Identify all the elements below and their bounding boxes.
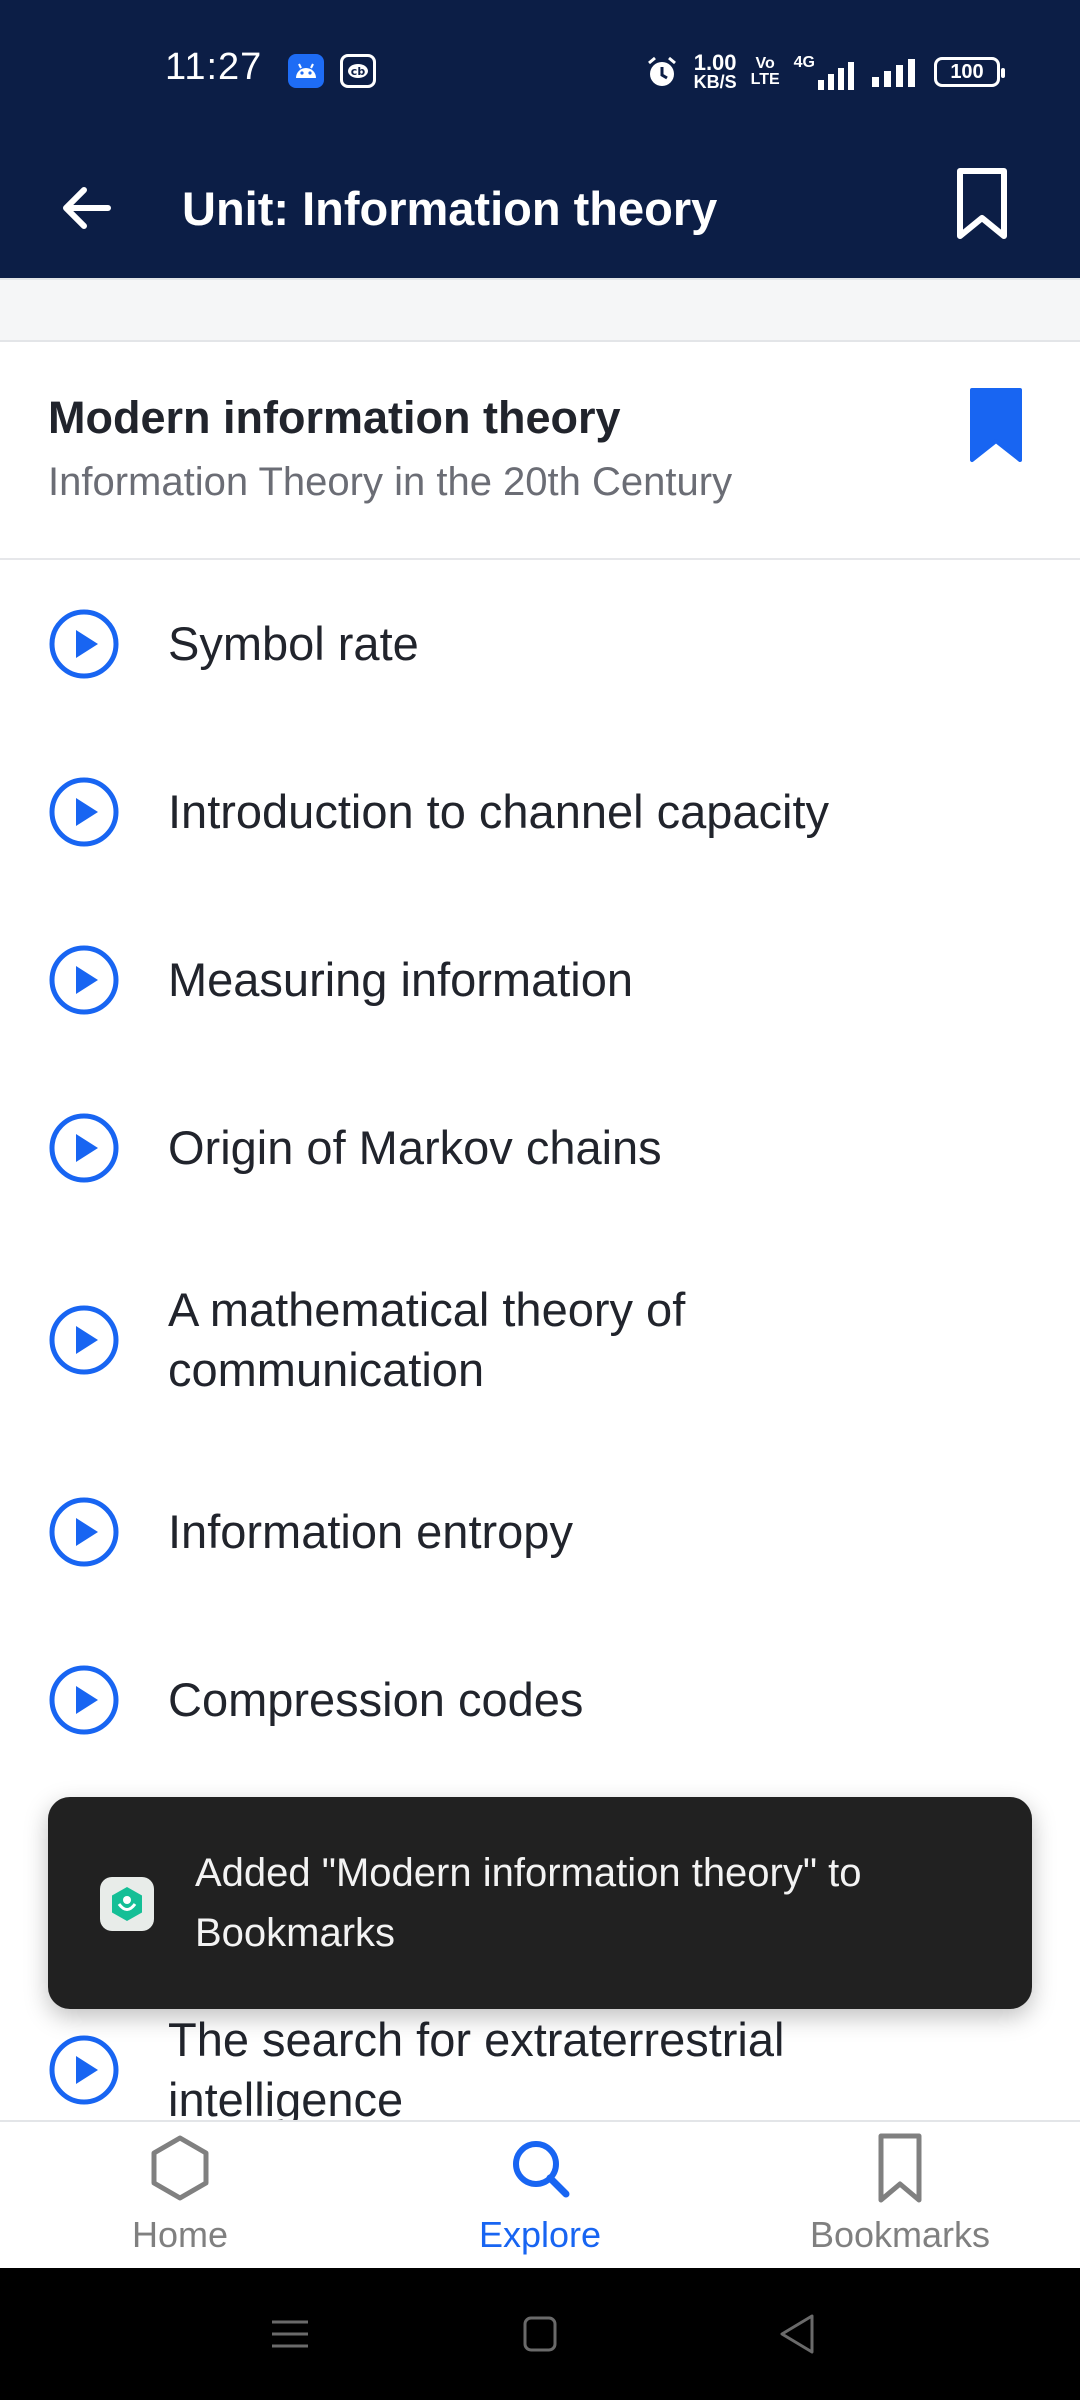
video-title: Origin of Markov chains [168,1121,662,1174]
video-title: Compression codes [168,1673,584,1726]
video-title: Information entropy [168,1505,573,1558]
khan-academy-logo-icon [100,1877,154,1931]
net-speed: 1.00 KB/S [693,50,737,92]
arrow-left-icon [63,187,111,229]
back-triangle-icon[interactable] [768,2308,828,2360]
cb-notification-icon: cb [340,54,376,88]
toast-message: Added "Modern information theory" to Boo… [195,1851,862,1955]
bookmark-outline-icon [957,168,1007,239]
video-item[interactable]: Information entropy [0,1448,1080,1616]
nav-home[interactable]: Home [0,2122,360,2270]
play-circle-icon [49,609,119,679]
hexagon-home-icon [151,2135,209,2201]
video-title: Introduction to channel capacity [168,785,830,838]
nav-bookmarks-label: Bookmarks [809,2214,991,2255]
play-circle-icon [49,777,119,847]
play-circle-icon [49,2035,119,2105]
lesson-title: Modern information theory [48,392,621,443]
video-title: Symbol rate [168,617,419,670]
bookmark-toast: Added "Modern information theory" to Boo… [48,1797,1032,2009]
svg-text:cb: cb [351,65,366,78]
play-circle-icon [49,1497,119,1567]
system-nav-bar [0,2268,1080,2400]
play-circle-icon [49,945,119,1015]
video-item[interactable]: Measuring information [0,896,1080,1064]
play-circle-icon [49,1305,119,1375]
lesson-bookmark-button[interactable] [968,386,1024,464]
app-bar: Unit: Information theory [0,140,1080,278]
bottom-nav: Home Explore Bookmarks [0,2120,1080,2268]
status-time: 11:27 [165,46,263,88]
video-item[interactable]: Origin of Markov chains [0,1064,1080,1232]
page-title: Unit: Information theory [182,181,718,235]
nav-explore-label: Explore [478,2214,602,2255]
android-notification-icon [288,54,324,88]
play-circle-icon [49,1113,119,1183]
signal-strength-icon [818,62,854,90]
battery-indicator: 100 [934,57,1005,87]
status-bar: 11:27 cb 1.00 KB/S Vo LTE 4G 100 [0,0,1080,140]
signal-strength-icon-2 [872,59,915,87]
volte-indicator: Vo LTE [751,56,780,88]
lesson-header: Modern information theory Information Th… [0,342,1080,560]
nav-explore[interactable]: Explore [360,2122,720,2270]
nav-bookmarks[interactable]: Bookmarks [720,2122,1080,2270]
video-title: A mathematical theory of communication [168,1283,686,1396]
network-type: 4G [793,54,815,71]
play-circle-icon [49,1665,119,1735]
bookmark-unit-button[interactable] [934,156,1030,252]
net-speed-value: 1.00 [693,50,737,75]
lesson-subtitle: Information Theory in the 20th Century [48,460,733,504]
status-indicators: 1.00 KB/S Vo LTE 4G 100 [644,50,1005,94]
menu-icon[interactable] [260,2308,320,2360]
signal-4g: 4G [794,54,858,90]
home-square-icon[interactable] [510,2308,570,2360]
video-item[interactable]: A mathematical theory of communication [0,1232,1080,1448]
video-item[interactable]: Introduction to channel capacity [0,728,1080,896]
video-title: Measuring information [168,953,633,1006]
nav-home-label: Home [131,2214,229,2255]
alarm-icon [647,56,676,86]
bookmark-filled-icon [970,388,1022,462]
volte-bottom: LTE [750,71,780,88]
volte-top: Vo [755,55,775,72]
back-button[interactable] [48,170,124,246]
video-item[interactable]: Compression codes [0,1616,1080,1784]
video-title: The search for extraterrestrial intellig… [168,2013,785,2126]
search-icon [513,2141,570,2198]
bookmark-icon [878,2133,922,2203]
video-item[interactable]: Symbol rate [0,560,1080,728]
section-divider [0,278,1080,342]
net-speed-unit: KB/S [693,72,737,92]
